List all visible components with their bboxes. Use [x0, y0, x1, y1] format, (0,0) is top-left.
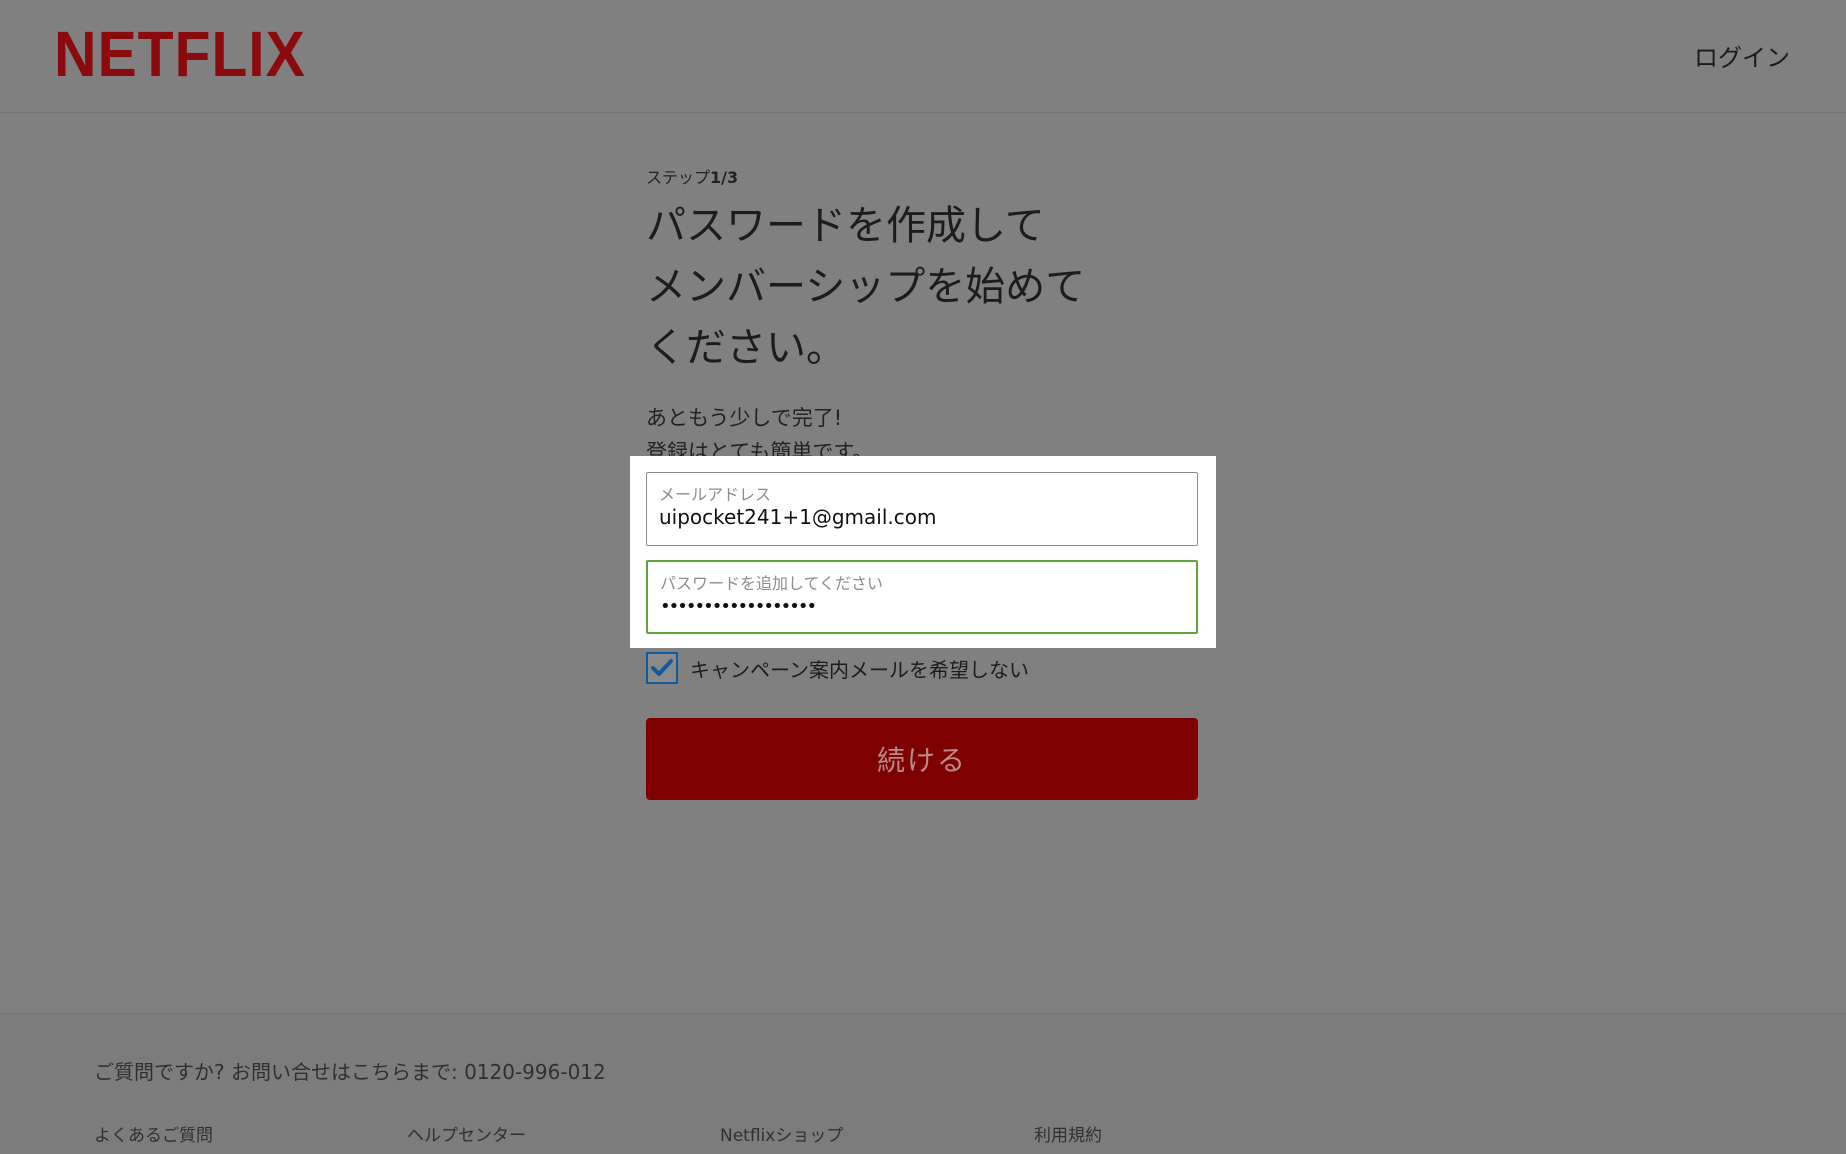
netflix-logo[interactable]: NETFLIX — [54, 22, 306, 86]
step-value: 1/3 — [710, 168, 739, 187]
footer-link-terms[interactable]: 利用規約 — [1034, 1121, 1102, 1146]
optout-label[interactable]: キャンペーン案内メールを希望しない — [690, 654, 1029, 683]
footer-link-faq[interactable]: よくあるご質問 — [94, 1121, 213, 1146]
contact-text: ご質問ですか? お問い合せはこちらまで: 0120-996-012 — [94, 1060, 606, 1084]
password-label: パスワードを追加してください — [660, 574, 884, 593]
header: NETFLIX ログイン — [0, 0, 1846, 113]
step-prefix: ステップ — [646, 168, 711, 187]
main-content: ステップ1/3 パスワードを作成して メンバーシップを始めて ください。 あとも… — [646, 160, 1216, 469]
title-line: ください。 — [646, 325, 846, 371]
footer: ご質問ですか? お問い合せはこちらまで: 0120-996-012 よくあるご質… — [0, 1013, 1846, 1154]
step-indicator: ステップ1/3 — [646, 164, 1216, 188]
checkmark-icon — [651, 659, 673, 676]
password-field[interactable]: パスワードを追加してください •••••••••••••••••• — [646, 560, 1198, 634]
marketing-optout[interactable]: キャンペーン案内メールを希望しない — [646, 650, 1029, 686]
continue-button[interactable]: 続ける — [646, 718, 1198, 800]
title-line: パスワードを作成して — [646, 203, 1045, 249]
footer-link-help-center[interactable]: ヘルプセンター — [407, 1121, 526, 1146]
footer-link-shop[interactable]: Netflixショップ — [720, 1121, 843, 1146]
credentials-panel: メールアドレス uipocket241+1@gmail.com パスワードを追加… — [630, 456, 1216, 648]
optout-checkbox[interactable] — [646, 652, 678, 684]
subtitle-line: あともう少しで完了! — [646, 406, 843, 430]
login-link[interactable]: ログイン — [1694, 38, 1790, 73]
email-field[interactable]: メールアドレス uipocket241+1@gmail.com — [646, 472, 1198, 546]
email-label: メールアドレス — [659, 485, 772, 504]
title-line: メンバーシップを始めて — [646, 264, 1086, 310]
password-value[interactable]: •••••••••••••••••• — [660, 596, 817, 617]
signup-page: NETFLIX ログイン ステップ1/3 パスワードを作成して メンバーシップを… — [0, 0, 1846, 1154]
email-value[interactable]: uipocket241+1@gmail.com — [659, 505, 936, 529]
page-title: パスワードを作成して メンバーシップを始めて ください。 — [646, 196, 1216, 379]
